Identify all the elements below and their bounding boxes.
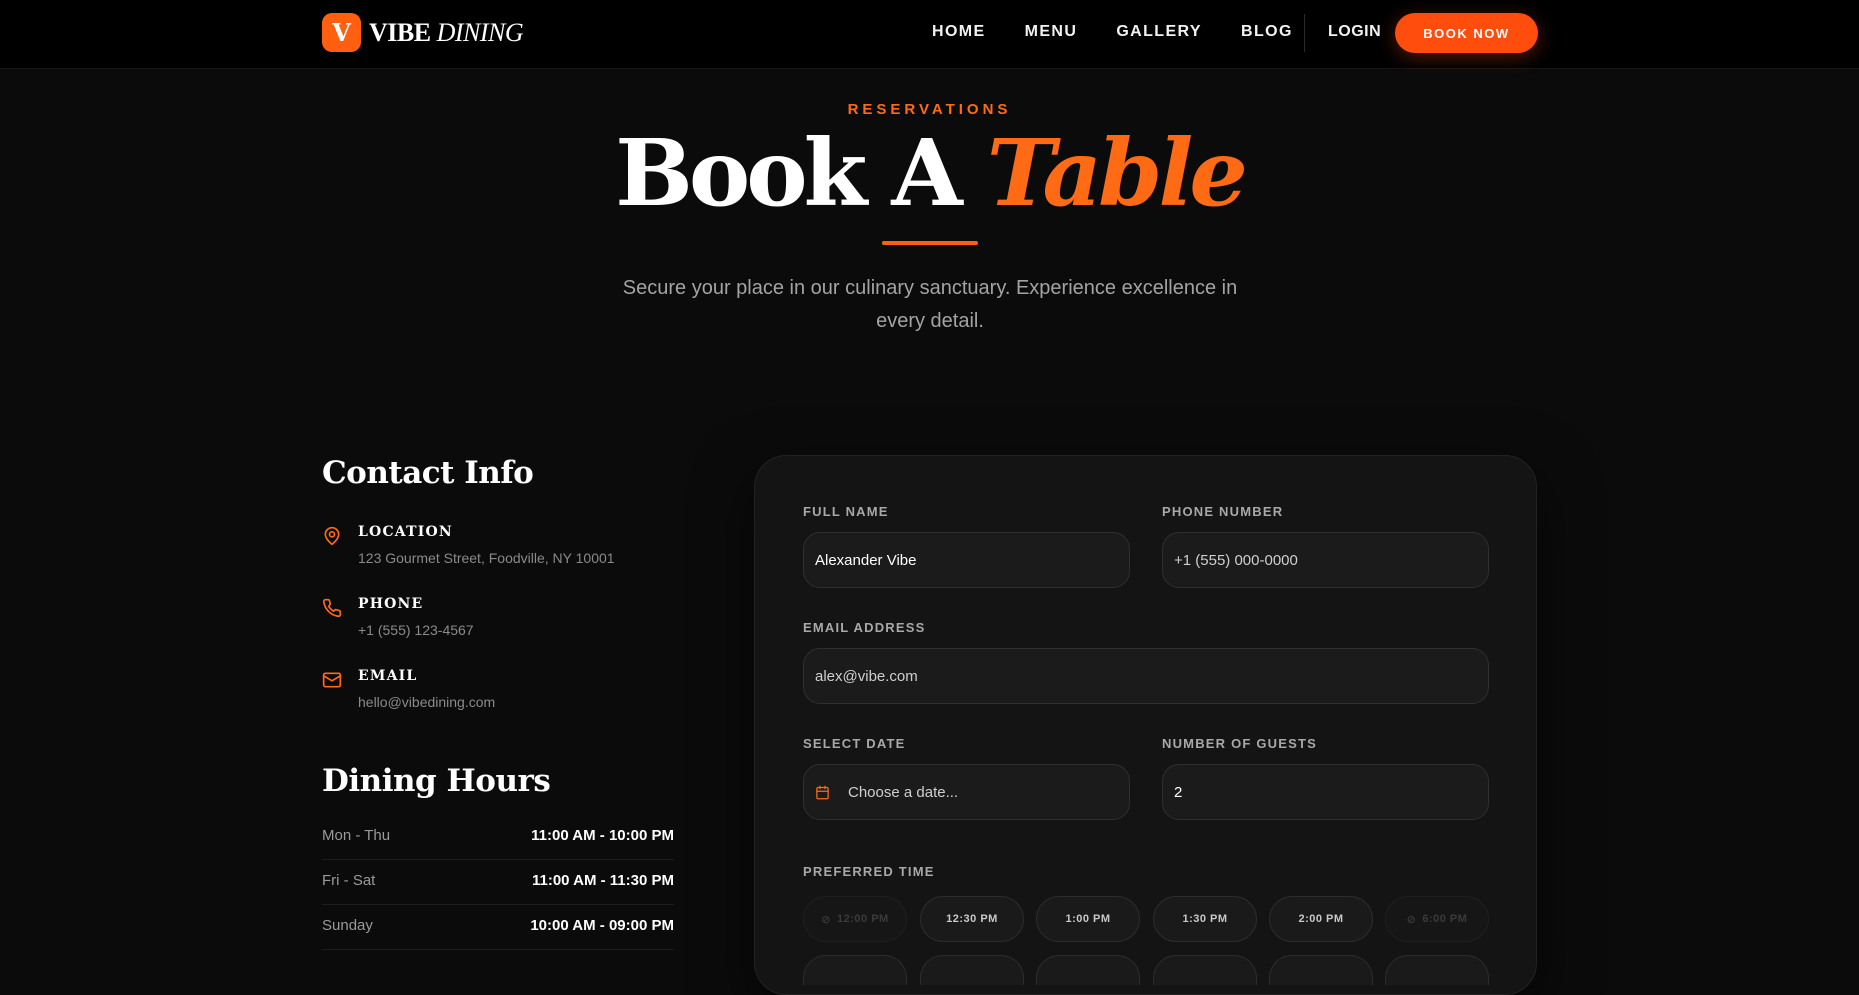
email-label: EMAIL: [358, 668, 418, 684]
brand-italic: DINING: [436, 17, 524, 47]
map-pin-icon: [324, 526, 340, 546]
hours-day: Mon - Thu: [322, 827, 391, 844]
hours-day: Sunday: [322, 917, 373, 934]
location-label: LOCATION: [358, 524, 453, 540]
hours-time: 10:00 AM - 09:00 PM: [530, 917, 674, 934]
date-picker-input[interactable]: Choose a date...: [803, 764, 1130, 820]
time-slot[interactable]: 1:00 PM: [1036, 896, 1140, 942]
disabled-icon: ⊘: [821, 913, 831, 926]
select-date-label: SELECT DATE: [803, 736, 906, 751]
brand-logo[interactable]: V VIBE DINING: [322, 13, 524, 52]
brand-name: VIBE DINING: [369, 17, 524, 48]
hours-row: Mon - Thu 11:00 AM - 10:00 PM: [322, 815, 674, 860]
phone-number-label: PHONE NUMBER: [1162, 504, 1284, 519]
top-navbar: V VIBE DINING HOME MENU GALLERY BLOG LOGI…: [0, 0, 1859, 69]
location-value: 123 Gourmet Street, Foodville, NY 10001: [358, 550, 615, 566]
email-address-input[interactable]: alex@vibe.com: [803, 648, 1489, 704]
hours-time: 11:00 AM - 10:00 PM: [531, 827, 674, 844]
mail-icon: [322, 672, 342, 688]
preferred-time-label: PREFERRED TIME: [803, 864, 935, 879]
contact-heading: Contact Info: [322, 455, 534, 491]
hours-row: Sunday 10:00 AM - 09:00 PM: [322, 905, 674, 950]
time-slot[interactable]: 12:30 PM: [920, 896, 1024, 942]
guests-input[interactable]: 2: [1162, 764, 1489, 820]
time-slot-partial[interactable]: [1153, 955, 1257, 985]
title-underline: [882, 241, 978, 245]
guests-label: NUMBER OF GUESTS: [1162, 736, 1317, 751]
hours-time: 11:00 AM - 11:30 PM: [531, 872, 674, 889]
full-name-label: FULL NAME: [803, 504, 889, 519]
book-now-button[interactable]: BOOK NOW: [1395, 13, 1538, 53]
hours-row: Fri - Sat 11:00 AM - 11:30 PM: [322, 860, 674, 905]
date-placeholder: Choose a date...: [848, 783, 959, 801]
section-eyebrow: RESERVATIONS: [847, 101, 1012, 118]
phone-number-input[interactable]: +1 (555) 000-0000: [1162, 532, 1489, 588]
time-slot-label: 12:00 PM: [837, 913, 889, 925]
brand-bold: VIBE: [369, 17, 431, 47]
time-slot-partial[interactable]: [920, 955, 1024, 985]
nav-links: HOME MENU GALLERY BLOG: [932, 23, 1332, 41]
time-slot-partial[interactable]: [1385, 955, 1489, 985]
time-slot: ⊘ 12:00 PM: [803, 896, 907, 942]
disabled-icon: ⊘: [1406, 913, 1417, 926]
time-slot: ⊘ 6:00 PM: [1385, 896, 1489, 942]
logo-badge: V: [322, 13, 361, 52]
nav-link-menu[interactable]: MENU: [1025, 23, 1078, 41]
page-title: Book A Table: [0, 118, 1859, 228]
time-slot-partial[interactable]: [1036, 955, 1140, 985]
nav-link-home[interactable]: HOME: [932, 23, 986, 41]
hours-day: Fri - Sat: [322, 872, 376, 889]
phone-icon: [322, 598, 342, 618]
time-slot[interactable]: 2:00 PM: [1269, 896, 1373, 942]
time-slot[interactable]: 1:30 PM: [1153, 896, 1257, 942]
email-value[interactable]: hello@vibedining.com: [358, 694, 495, 710]
time-slot-partial[interactable]: [803, 955, 907, 985]
phone-label: PHONE: [358, 596, 424, 612]
phone-value[interactable]: +1 (555) 123-4567: [358, 622, 474, 638]
calendar-icon: [816, 785, 829, 799]
hero-subtitle: Secure your place in our culinary sanctu…: [622, 277, 1238, 332]
title-accent: Table: [986, 119, 1248, 227]
nav-link-blog[interactable]: BLOG: [1241, 23, 1293, 41]
time-slot-label: 6:00 PM: [1422, 913, 1468, 925]
hours-heading: Dining Hours: [322, 763, 551, 799]
time-slot-partial[interactable]: [1269, 955, 1373, 985]
full-name-input[interactable]: Alexander Vibe: [803, 532, 1130, 588]
login-link[interactable]: LOGIN: [1328, 23, 1381, 41]
nav-divider: [1304, 14, 1305, 52]
title-main: Book A: [615, 119, 963, 227]
email-address-label: EMAIL ADDRESS: [803, 620, 926, 635]
nav-link-gallery[interactable]: GALLERY: [1116, 23, 1202, 41]
